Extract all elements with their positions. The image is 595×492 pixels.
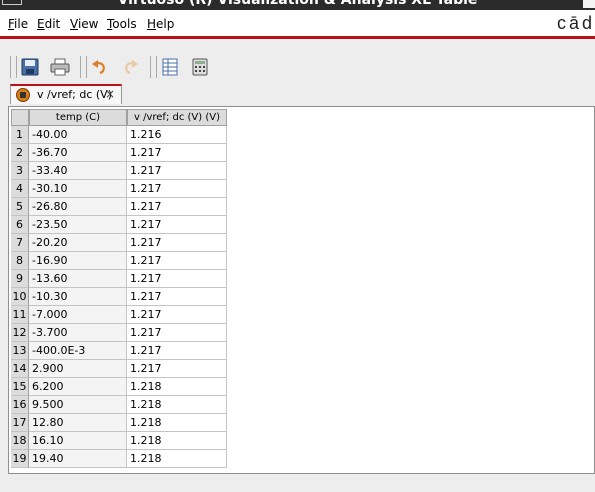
redo-button[interactable] — [118, 55, 142, 79]
calculator-icon — [192, 58, 208, 76]
menu-view[interactable]: View — [70, 17, 98, 31]
undo-button[interactable] — [88, 55, 112, 79]
cell-temp[interactable]: -400.0E-3 — [29, 342, 127, 360]
column-header-vref[interactable]: v /vref; dc (V) (V) — [127, 109, 227, 126]
cell-temp[interactable]: -36.70 — [29, 144, 127, 162]
toolbar-grip[interactable] — [10, 56, 17, 78]
row-number[interactable]: 17 — [11, 414, 29, 432]
undo-icon — [92, 60, 105, 75]
menu-tools[interactable]: Tools — [107, 17, 137, 31]
row-number[interactable]: 7 — [11, 234, 29, 252]
cell-temp[interactable]: -40.00 — [29, 126, 127, 144]
cell-temp[interactable]: 12.80 — [29, 414, 127, 432]
row-number[interactable]: 4 — [11, 180, 29, 198]
row-number[interactable]: 8 — [11, 252, 29, 270]
cell-vref[interactable]: 1.218 — [127, 378, 227, 396]
cell-vref[interactable]: 1.217 — [127, 180, 227, 198]
cell-temp[interactable]: -16.90 — [29, 252, 127, 270]
row-number[interactable]: 15 — [11, 378, 29, 396]
window-button[interactable] — [583, 0, 595, 8]
save-icon — [21, 58, 39, 76]
cell-vref[interactable]: 1.217 — [127, 342, 227, 360]
cell-vref[interactable]: 1.217 — [127, 306, 227, 324]
column-header-temp[interactable]: temp (C) — [29, 109, 127, 126]
toolbar-grip[interactable] — [150, 56, 157, 78]
row-number[interactable]: 9 — [11, 270, 29, 288]
toolbar-grip[interactable] — [80, 56, 87, 78]
cell-vref[interactable]: 1.217 — [127, 252, 227, 270]
redo-icon — [125, 60, 138, 75]
cell-temp[interactable]: 19.40 — [29, 450, 127, 468]
brand-logo: cād — [556, 13, 595, 33]
row-number[interactable]: 6 — [11, 216, 29, 234]
tab-bar: v /vref; dc (V) × — [0, 84, 595, 106]
title-bar: Virtuoso (R) Visualization & Analysis XL… — [0, 0, 595, 10]
cell-temp[interactable]: 16.10 — [29, 432, 127, 450]
cell-temp[interactable]: -23.50 — [29, 216, 127, 234]
row-number[interactable]: 16 — [11, 396, 29, 414]
table-tab-icon — [16, 88, 30, 102]
cell-vref[interactable]: 1.218 — [127, 450, 227, 468]
tab-close-icon[interactable]: × — [105, 87, 115, 101]
row-number-header — [11, 109, 29, 126]
table-view-button[interactable] — [158, 55, 182, 79]
row-number[interactable]: 19 — [11, 450, 29, 468]
table-panel: temp (C) v /vref; dc (V) (V) 1 -40.00 1.21… — [8, 106, 595, 474]
print-icon — [50, 58, 70, 76]
cell-vref[interactable]: 1.218 — [127, 432, 227, 450]
cell-temp[interactable]: 6.200 — [29, 378, 127, 396]
cell-temp[interactable]: -26.80 — [29, 198, 127, 216]
row-number[interactable]: 10 — [11, 288, 29, 306]
menu-file[interactable]: File — [8, 17, 28, 31]
window-title: Virtuoso (R) Visualization & Analysis XL… — [117, 0, 478, 8]
cell-temp[interactable]: -20.20 — [29, 234, 127, 252]
row-number[interactable]: 14 — [11, 360, 29, 378]
row-number[interactable]: 18 — [11, 432, 29, 450]
row-number[interactable]: 13 — [11, 342, 29, 360]
menu-help[interactable]: Help — [147, 17, 174, 31]
tab-vref[interactable]: v /vref; dc (V) × — [10, 84, 122, 104]
cell-vref[interactable]: 1.217 — [127, 324, 227, 342]
row-number[interactable]: 5 — [11, 198, 29, 216]
cell-vref[interactable]: 1.217 — [127, 216, 227, 234]
row-number[interactable]: 3 — [11, 162, 29, 180]
cell-temp[interactable]: -10.30 — [29, 288, 127, 306]
menu-bar: File Edit View Tools Help cād — [0, 10, 595, 39]
cell-temp[interactable]: 9.500 — [29, 396, 127, 414]
row-number[interactable]: 2 — [11, 144, 29, 162]
row-number[interactable]: 12 — [11, 324, 29, 342]
cell-vref[interactable]: 1.217 — [127, 288, 227, 306]
tab-label: v /vref; dc (V) — [37, 88, 112, 101]
table-view-icon — [162, 58, 178, 76]
cell-temp[interactable]: -7.000 — [29, 306, 127, 324]
cell-temp[interactable]: -33.40 — [29, 162, 127, 180]
cell-temp[interactable]: -30.10 — [29, 180, 127, 198]
cell-vref[interactable]: 1.217 — [127, 162, 227, 180]
cell-vref[interactable]: 1.217 — [127, 234, 227, 252]
cell-vref[interactable]: 1.217 — [127, 144, 227, 162]
cell-vref[interactable]: 1.217 — [127, 360, 227, 378]
print-button[interactable] — [48, 55, 72, 79]
cell-vref[interactable]: 1.217 — [127, 198, 227, 216]
calculator-button[interactable] — [188, 55, 212, 79]
row-number[interactable]: 1 — [11, 126, 29, 144]
row-number[interactable]: 11 — [11, 306, 29, 324]
cell-vref[interactable]: 1.218 — [127, 396, 227, 414]
save-button[interactable] — [18, 55, 42, 79]
cell-temp[interactable]: -13.60 — [29, 270, 127, 288]
cell-vref[interactable]: 1.218 — [127, 414, 227, 432]
cell-vref[interactable]: 1.217 — [127, 270, 227, 288]
cell-temp[interactable]: 2.900 — [29, 360, 127, 378]
cell-temp[interactable]: -3.700 — [29, 324, 127, 342]
menu-edit[interactable]: Edit — [37, 17, 60, 31]
cell-vref[interactable]: 1.216 — [127, 126, 227, 144]
toolbar — [0, 52, 595, 82]
